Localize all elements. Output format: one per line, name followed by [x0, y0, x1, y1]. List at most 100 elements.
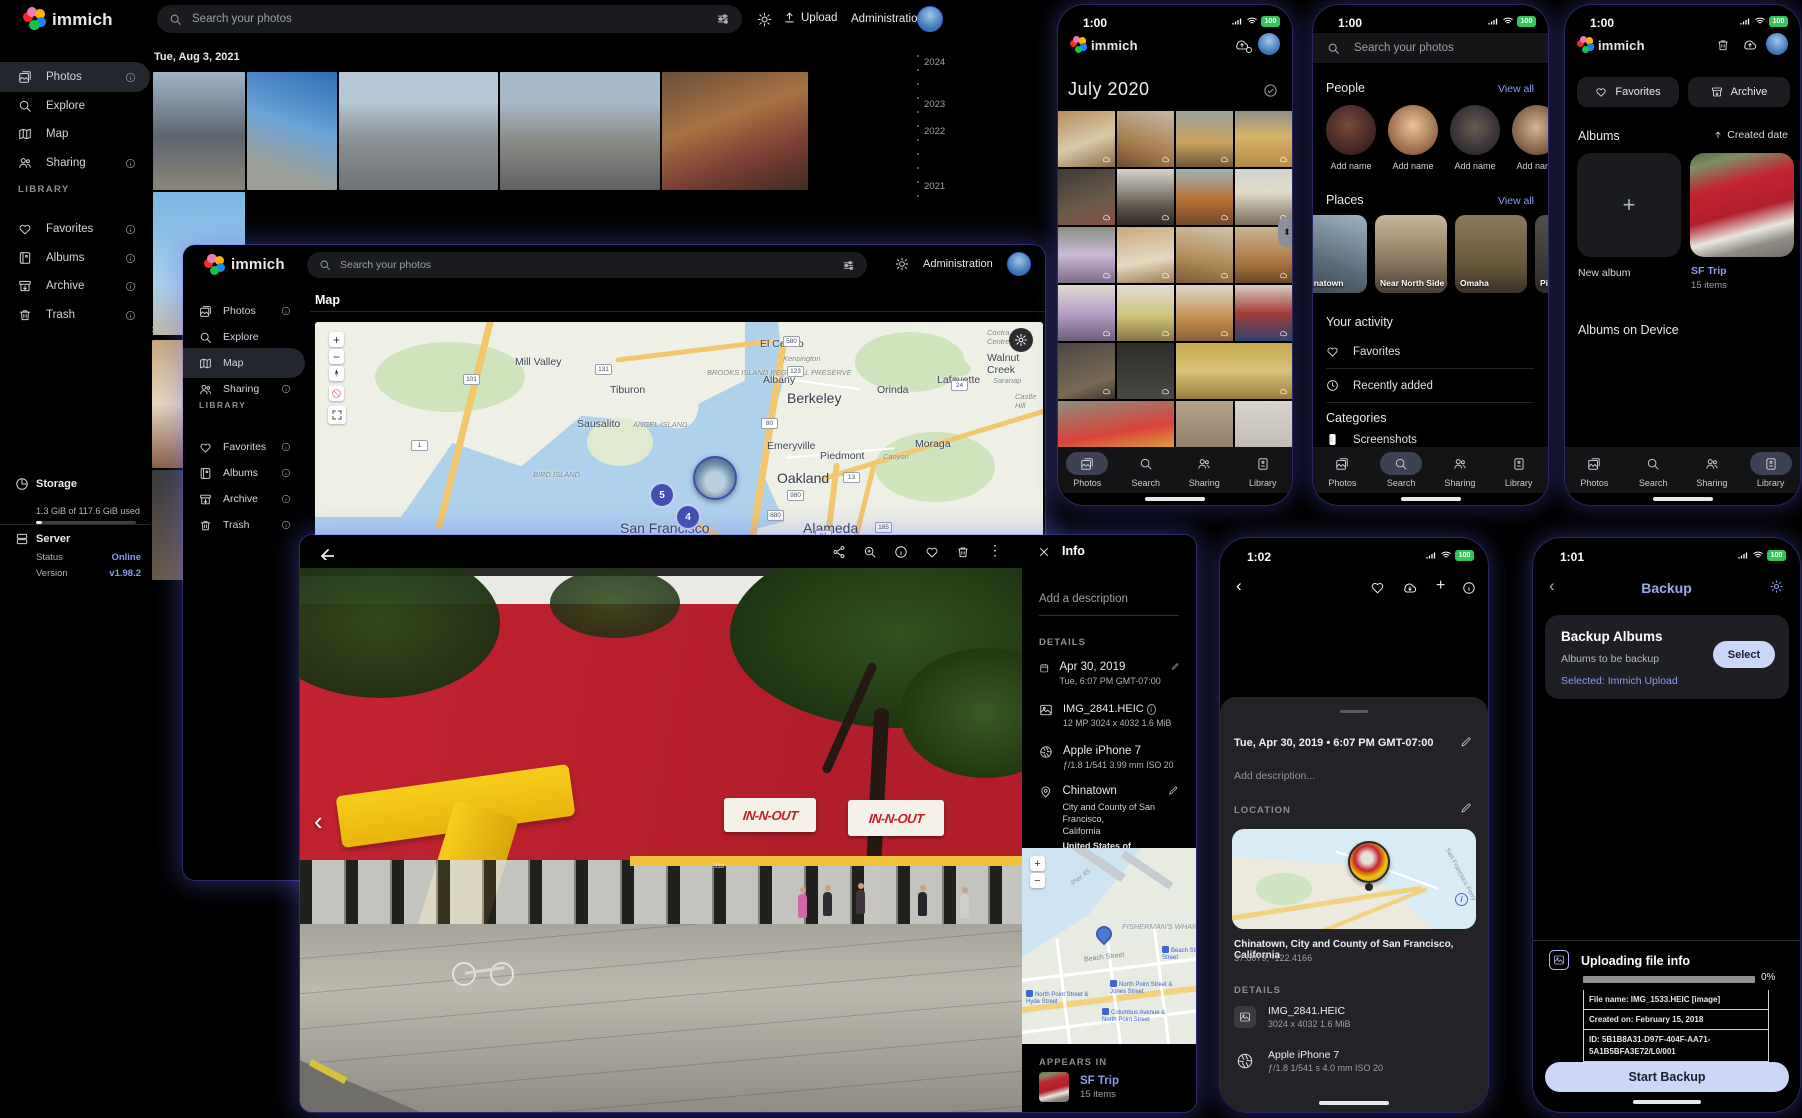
- nav-tab[interactable]: Photos: [1565, 452, 1624, 488]
- photo-marker[interactable]: [1348, 841, 1390, 883]
- nav-tab[interactable]: Sharing: [1683, 452, 1742, 488]
- theme-toggle-icon[interactable]: [757, 12, 772, 27]
- info-icon[interactable]: [894, 545, 908, 559]
- grid-photo[interactable]: [1058, 401, 1174, 447]
- start-backup-button[interactable]: Start Backup: [1545, 1062, 1789, 1092]
- grid-photo[interactable]: [1176, 285, 1233, 341]
- administration-link[interactable]: Administration: [851, 13, 924, 25]
- administration-link[interactable]: Administration: [923, 258, 993, 270]
- add-to-album-icon[interactable]: +: [1436, 577, 1445, 595]
- grid-photo[interactable]: [1117, 111, 1174, 167]
- sidebar-item[interactable]: Albums: [0, 243, 150, 273]
- grid-photo[interactable]: [1235, 401, 1292, 447]
- more-options-icon[interactable]: ⋮: [988, 542, 1002, 559]
- edit-date-icon[interactable]: [1460, 736, 1472, 748]
- info-circle-icon[interactable]: [125, 281, 136, 292]
- grid-photo[interactable]: [1176, 111, 1233, 167]
- grid-photo[interactable]: [1176, 227, 1233, 283]
- info-circle-icon[interactable]: [281, 442, 291, 452]
- info-circle-icon[interactable]: [281, 306, 291, 316]
- favorites-button[interactable]: Favorites: [1577, 77, 1679, 107]
- place-card[interactable]: Omaha: [1455, 215, 1527, 293]
- info-circle-icon[interactable]: [125, 253, 136, 264]
- cloud-download-icon[interactable]: [1402, 580, 1418, 596]
- person-item[interactable]: Add name: [1450, 105, 1500, 171]
- map-settings-button[interactable]: [1009, 328, 1033, 352]
- grid-photo[interactable]: [1058, 169, 1115, 225]
- location-mini-map[interactable]: Pier 45 FISHERMAN'S WHARF Beach Street B…: [1022, 848, 1196, 1044]
- attribution-info-icon[interactable]: i: [1455, 893, 1468, 906]
- info-circle-icon[interactable]: [281, 384, 291, 394]
- activity-row[interactable]: Recently added: [1326, 369, 1534, 403]
- upload-button[interactable]: Upload: [783, 11, 837, 24]
- nav-tab[interactable]: Photos: [1058, 452, 1117, 488]
- photo-thumbnail[interactable]: [152, 340, 183, 468]
- nav-tab[interactable]: Sharing: [1175, 452, 1234, 488]
- nav-tab[interactable]: Library: [1234, 452, 1293, 488]
- places-view-all-link[interactable]: View all: [1498, 195, 1534, 207]
- back-arrow-icon[interactable]: [318, 544, 334, 560]
- trash-icon[interactable]: [956, 545, 970, 559]
- grid-photo[interactable]: [1058, 343, 1115, 399]
- grid-photo[interactable]: [1235, 111, 1292, 167]
- minimap-zoom-in[interactable]: +: [1030, 856, 1045, 871]
- search-bar[interactable]: Search your photos: [1313, 33, 1548, 63]
- search-input[interactable]: Search your photos: [157, 5, 742, 33]
- photo-cluster-marker[interactable]: 5: [649, 482, 675, 508]
- grid-photo[interactable]: [1117, 169, 1174, 225]
- sidebar-item[interactable]: Map: [0, 119, 150, 149]
- detail-back-chevron[interactable]: ‹: [1236, 576, 1242, 596]
- photo-thumbnail[interactable]: [339, 72, 498, 190]
- nav-tab[interactable]: Sharing: [1431, 452, 1490, 488]
- sidebar-item[interactable]: Trash: [0, 300, 150, 330]
- grid-photo[interactable]: [1235, 285, 1292, 341]
- map-layers-toggle-button[interactable]: [329, 386, 344, 401]
- file-info-icon[interactable]: i: [1147, 704, 1156, 715]
- avatar[interactable]: [917, 6, 943, 32]
- nav-tab[interactable]: Photos: [1313, 452, 1372, 488]
- grid-photo[interactable]: [1058, 285, 1115, 341]
- prev-photo-chevron[interactable]: ‹: [314, 806, 323, 837]
- person-item[interactable]: Add name: [1388, 105, 1438, 171]
- map-zoom-out-button[interactable]: −: [329, 349, 344, 364]
- edit-location-icon[interactable]: [1460, 802, 1472, 814]
- favorite-heart-icon[interactable]: [1370, 580, 1385, 595]
- grid-photo[interactable]: [1176, 343, 1292, 399]
- search-filter-icon[interactable]: [842, 259, 855, 272]
- favorite-heart-icon[interactable]: [925, 545, 939, 559]
- info-circle-icon[interactable]: [125, 310, 136, 321]
- grid-photo[interactable]: [1176, 169, 1233, 225]
- info-circle-icon[interactable]: [281, 494, 291, 504]
- info-circle-icon[interactable]: [281, 520, 291, 530]
- photo-thumbnail[interactable]: [662, 72, 808, 190]
- add-name-label[interactable]: Add name: [1392, 161, 1433, 171]
- photo-thumbnail[interactable]: [247, 72, 337, 190]
- photo-thumbnail[interactable]: [153, 72, 245, 190]
- avatar[interactable]: [1007, 252, 1031, 276]
- nav-tab[interactable]: Search: [1117, 452, 1176, 488]
- map-fullscreen-button[interactable]: [328, 406, 346, 424]
- photo-map-marker[interactable]: [693, 456, 737, 500]
- backup-settings-gear-icon[interactable]: [1769, 579, 1784, 594]
- photo-thumbnail[interactable]: [152, 470, 183, 580]
- map-compass-button[interactable]: [329, 366, 344, 381]
- map-zoom-in-button[interactable]: +: [329, 332, 344, 347]
- place-card[interactable]: Chinatown: [1313, 215, 1367, 293]
- sidebar-item[interactable]: Trash: [183, 510, 305, 540]
- album-card[interactable]: [1690, 153, 1794, 257]
- archive-button[interactable]: Archive: [1688, 77, 1790, 107]
- place-card[interactable]: Pi: [1535, 215, 1548, 293]
- avatar[interactable]: [1258, 33, 1280, 55]
- scrubber-track[interactable]: [917, 55, 919, 205]
- edit-date-icon[interactable]: [1171, 661, 1179, 672]
- sidebar-item[interactable]: Sharing: [0, 148, 150, 178]
- grid-photo[interactable]: [1117, 227, 1174, 283]
- places-carousel[interactable]: Chinatown Near North Side Omaha Pi: [1313, 215, 1548, 293]
- info-circle-icon[interactable]: [281, 468, 291, 478]
- sidebar-item[interactable]: Photos: [0, 62, 150, 92]
- add-name-label[interactable]: Add name: [1516, 161, 1548, 171]
- info-circle-icon[interactable]: [125, 224, 136, 235]
- info-circle-icon[interactable]: [125, 72, 136, 83]
- search-input[interactable]: Search your photos: [307, 252, 867, 278]
- nav-tab[interactable]: Library: [1489, 452, 1548, 488]
